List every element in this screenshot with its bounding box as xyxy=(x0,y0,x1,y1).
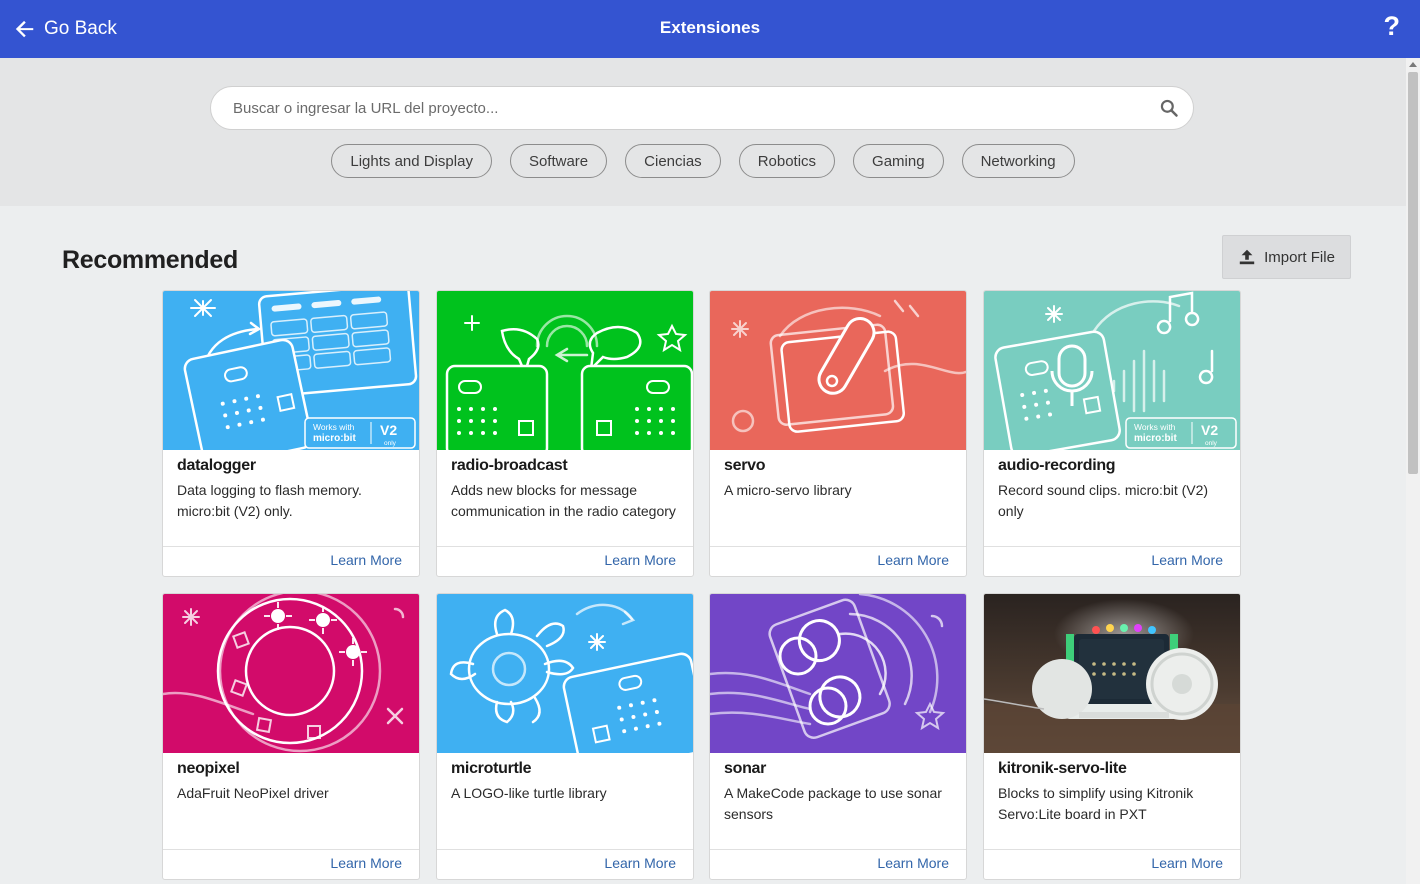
category-software[interactable]: Software xyxy=(509,144,608,178)
card-name: datalogger xyxy=(177,457,256,474)
card-footer: Learn More xyxy=(710,849,966,879)
card-description: Blocks to simplify using Kitronik Servo:… xyxy=(998,785,1194,822)
audio-recording-art: Works with micro:bit V2 only xyxy=(984,291,1240,450)
svg-text:Works with: Works with xyxy=(313,422,355,432)
learn-more-link[interactable]: Learn More xyxy=(1151,552,1223,568)
import-file-label: Import File xyxy=(1264,248,1335,266)
learn-more-link[interactable]: Learn More xyxy=(604,552,676,568)
card-footer: Learn More xyxy=(163,849,419,879)
card-footer: Learn More xyxy=(163,546,419,576)
card-description: A micro-servo library xyxy=(724,482,852,498)
upload-icon xyxy=(1239,249,1255,265)
scroll-thumb[interactable] xyxy=(1408,72,1418,474)
category-networking[interactable]: Networking xyxy=(961,144,1075,178)
search-icon[interactable] xyxy=(1159,98,1179,118)
learn-more-link[interactable]: Learn More xyxy=(604,855,676,871)
category-gaming[interactable]: Gaming xyxy=(853,144,944,178)
top-bar: Go Back Extensiones ? xyxy=(0,0,1420,58)
card-footer: Learn More xyxy=(437,849,693,879)
page-title: Extensiones xyxy=(659,18,761,37)
datalogger-art: Works with micro:bit V2 only xyxy=(163,291,419,450)
svg-text:Works with: Works with xyxy=(1134,422,1176,432)
card-footer: Learn More xyxy=(437,546,693,576)
card-name: sonar xyxy=(724,760,767,777)
card-name: microturtle xyxy=(451,760,532,777)
radio-broadcast-art xyxy=(437,291,693,450)
category-chips: Lights and Display Software Ciencias Rob… xyxy=(0,144,1406,178)
card-footer: Learn More xyxy=(984,849,1240,879)
servo-art xyxy=(710,291,966,450)
card-description: A MakeCode package to use sonar sensors xyxy=(724,785,942,822)
category-ciencias[interactable]: Ciencias xyxy=(625,144,721,178)
learn-more-link[interactable]: Learn More xyxy=(877,552,949,568)
learn-more-link[interactable]: Learn More xyxy=(877,855,949,871)
card-name: kitronik-servo-lite xyxy=(998,760,1127,777)
turtle-art xyxy=(437,594,693,753)
search-band: Lights and Display Software Ciencias Rob… xyxy=(0,58,1406,206)
learn-more-link[interactable]: Learn More xyxy=(330,552,402,568)
svg-text:V2: V2 xyxy=(380,422,397,438)
extension-card-sonar[interactable]: sonar A MakeCode package to use sonar se… xyxy=(709,593,967,880)
card-description: Record sound clips. micro:bit (V2) only xyxy=(998,482,1209,519)
learn-more-link[interactable]: Learn More xyxy=(330,855,402,871)
extension-card-kitronik-servo-lite[interactable]: kitronik-servo-lite Blocks to simplify u… xyxy=(983,593,1241,880)
card-footer: Learn More xyxy=(984,546,1240,576)
card-description: Data logging to flash memory. micro:bit … xyxy=(177,482,362,519)
search-box xyxy=(210,86,1194,130)
extension-card-servo[interactable]: servo A micro-servo library Learn More xyxy=(709,290,967,577)
scrollbar[interactable] xyxy=(1406,58,1420,884)
extension-card-neopixel[interactable]: neopixel AdaFruit NeoPixel driver Learn … xyxy=(162,593,420,880)
neopixel-art xyxy=(163,594,419,753)
category-robotics[interactable]: Robotics xyxy=(738,144,836,178)
search-input[interactable] xyxy=(231,87,1131,129)
extension-card-radio-broadcast[interactable]: radio-broadcast Adds new blocks for mess… xyxy=(436,290,694,577)
card-name: radio-broadcast xyxy=(451,457,568,474)
learn-more-link[interactable]: Learn More xyxy=(1151,855,1223,871)
section-title: Recommended xyxy=(62,246,238,274)
card-description: Adds new blocks for message communicatio… xyxy=(451,482,676,519)
card-description: AdaFruit NeoPixel driver xyxy=(177,785,329,801)
card-name: neopixel xyxy=(177,760,240,777)
v2-badge: Works with micro:bit V2 only xyxy=(1125,417,1237,449)
card-description: A LOGO-like turtle library xyxy=(451,785,607,801)
category-lights-and-display[interactable]: Lights and Display xyxy=(331,144,492,178)
card-name: audio-recording xyxy=(998,457,1116,474)
help-button[interactable]: ? xyxy=(1384,11,1401,42)
card-name: servo xyxy=(724,457,766,474)
scroll-up-arrow[interactable] xyxy=(1409,62,1417,67)
extension-card-datalogger[interactable]: Works with micro:bit V2 only datalogger … xyxy=(162,290,420,577)
svg-text:only: only xyxy=(1205,440,1218,447)
svg-text:only: only xyxy=(384,440,397,447)
svg-text:V2: V2 xyxy=(1201,422,1218,438)
robot-photo xyxy=(984,594,1240,753)
svg-text:micro:bit: micro:bit xyxy=(313,433,356,444)
extension-card-microturtle[interactable]: microturtle A LOGO-like turtle library L… xyxy=(436,593,694,880)
v2-badge: Works with micro:bit V2 only xyxy=(304,417,416,449)
svg-text:micro:bit: micro:bit xyxy=(1134,433,1177,444)
extension-card-audio-recording[interactable]: Works with micro:bit V2 only audio-recor… xyxy=(983,290,1241,577)
sonar-art xyxy=(710,594,966,753)
card-footer: Learn More xyxy=(710,546,966,576)
import-file-button[interactable]: Import File xyxy=(1222,235,1351,279)
